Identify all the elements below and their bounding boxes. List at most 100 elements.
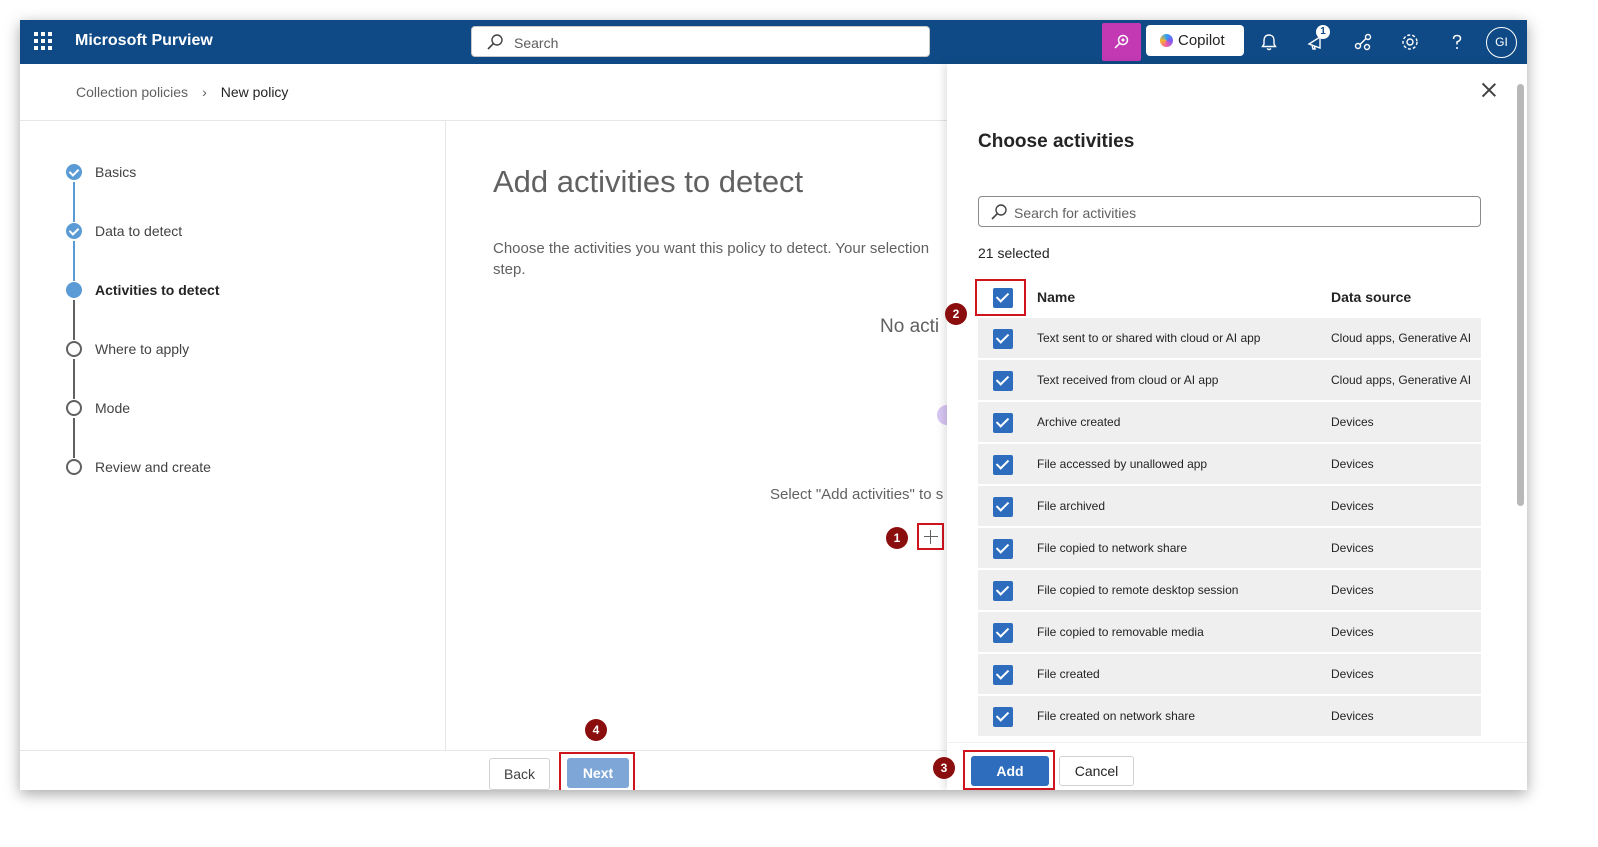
copilot-logo-icon [1160, 34, 1173, 47]
close-icon[interactable] [1481, 82, 1497, 98]
step-complete-icon [66, 223, 82, 239]
footer-divider [20, 750, 947, 751]
row-checkbox[interactable] [993, 497, 1013, 517]
back-button[interactable]: Back [489, 758, 550, 790]
global-search-input[interactable]: Search [471, 26, 930, 57]
empty-state-title: No acti [880, 316, 940, 337]
step-label: Activities to detect [95, 282, 220, 298]
chevron-right-icon: › [202, 84, 207, 100]
step-label: Mode [95, 400, 131, 416]
table-row[interactable]: File copied to remote desktop session Dev… [978, 570, 1481, 610]
row-checkbox[interactable] [993, 329, 1013, 349]
user-avatar[interactable]: GI [1486, 27, 1517, 58]
row-checkbox[interactable] [993, 581, 1013, 601]
add-button[interactable]: Add [971, 756, 1049, 786]
step-pending-icon [66, 459, 82, 475]
select-all-checkbox[interactable] [993, 288, 1013, 308]
step-label: Where to apply [95, 341, 190, 357]
activity-name: File accessed by unallowed app [1037, 457, 1208, 471]
panel-footer-divider [947, 742, 1527, 743]
activity-source: Cloud apps, Generative AI [1331, 331, 1472, 345]
breadcrumb-collection-policies[interactable]: Collection policies [76, 84, 188, 100]
purview-window: Microsoft Purview Search Copilot 1 GI Co… [20, 20, 1527, 790]
panel-scrollbar[interactable] [1517, 84, 1524, 506]
choose-activities-panel: Choose activities Search for activities … [933, 64, 1527, 790]
table-row[interactable]: Archive created Devices [978, 402, 1481, 442]
table-row[interactable]: File archived Devices [978, 486, 1481, 526]
gear-icon[interactable] [1399, 31, 1421, 53]
copilot-agent-icon [1114, 34, 1129, 49]
step-label: Basics [95, 164, 137, 180]
step-pending-icon [66, 341, 82, 357]
activities-search-input[interactable]: Search for activities [978, 196, 1481, 227]
row-checkbox[interactable] [993, 371, 1013, 391]
activity-name: File copied to removable media [1037, 625, 1204, 639]
activity-source: Devices [1331, 583, 1374, 597]
page-description: Choose the activities you want this poli… [493, 240, 930, 278]
app-launcher-icon[interactable] [34, 32, 52, 50]
notification-badge: 1 [1316, 25, 1330, 39]
activity-name: File created on network share [1037, 709, 1196, 723]
copilot-label: Copilot [1178, 32, 1225, 49]
app-title[interactable]: Microsoft Purview [75, 32, 213, 50]
activity-name: File archived [1037, 499, 1106, 513]
search-placeholder: Search [514, 35, 559, 51]
table-row[interactable]: File created on network share Devices [978, 696, 1481, 736]
activity-source: Devices [1331, 415, 1374, 429]
copilot-button[interactable]: Copilot [1146, 25, 1244, 56]
bell-icon[interactable] [1258, 31, 1280, 53]
add-activities-button[interactable] [917, 523, 944, 550]
activity-name: Text received from cloud or AI app [1037, 373, 1219, 387]
row-checkbox[interactable] [993, 413, 1013, 433]
callout-number: 2 [945, 303, 967, 325]
activity-source: Devices [1331, 625, 1374, 639]
table-row[interactable]: File copied to network share Devices [978, 528, 1481, 568]
activity-source: Devices [1331, 709, 1374, 723]
step-current-icon [66, 282, 82, 298]
help-icon[interactable] [1446, 31, 1468, 53]
table-row[interactable]: Text sent to or shared with cloud or AI … [978, 318, 1481, 358]
selected-count: 21 selected [978, 245, 1050, 261]
table-row[interactable]: File copied to removable media Devices [978, 612, 1481, 652]
cancel-button[interactable]: Cancel [1059, 756, 1134, 786]
step-label: Data to detect [95, 223, 183, 239]
column-header-data-source[interactable]: Data source [1331, 289, 1411, 305]
activity-source: Cloud apps, Generative AI [1331, 373, 1472, 387]
security-copilot-button[interactable] [1102, 23, 1141, 61]
share-nodes-icon[interactable] [1352, 31, 1374, 53]
callout-number: 1 [886, 527, 908, 549]
step-connector [73, 182, 75, 222]
empty-state-hint: Select "Add activities" to s [770, 486, 944, 503]
activity-name: Text sent to or shared with cloud or AI … [1037, 331, 1261, 345]
table-row[interactable]: File created Devices [978, 654, 1481, 694]
activity-source: Devices [1331, 457, 1374, 471]
table-row[interactable]: Text received from cloud or AI app Cloud … [978, 360, 1481, 400]
table-row[interactable]: File accessed by unallowed app Devices [978, 444, 1481, 484]
activity-name: File copied to network share [1037, 541, 1188, 555]
activity-source: Devices [1331, 667, 1374, 681]
row-checkbox[interactable] [993, 623, 1013, 643]
page-title: Add activities to detect [493, 164, 804, 199]
breadcrumb-new-policy: New policy [220, 84, 289, 100]
row-checkbox[interactable] [993, 539, 1013, 559]
step-connector [73, 359, 75, 399]
step-complete-icon [66, 164, 82, 180]
step-label: Review and create [95, 459, 211, 475]
next-button[interactable]: Next [567, 758, 629, 788]
step-connector [73, 418, 75, 458]
activity-source: Devices [1331, 499, 1374, 513]
row-checkbox[interactable] [993, 455, 1013, 475]
steps-divider [445, 120, 446, 751]
callout-number: 4 [585, 719, 607, 741]
row-checkbox[interactable] [993, 665, 1013, 685]
header-divider [20, 120, 947, 121]
top-bar: Microsoft Purview Search Copilot 1 GI [20, 20, 1527, 64]
panel-title: Choose activities [978, 131, 1135, 152]
breadcrumb: Collection policies › New policy [76, 84, 288, 100]
row-checkbox[interactable] [993, 707, 1013, 727]
activity-source: Devices [1331, 541, 1374, 555]
step-pending-icon [66, 400, 82, 416]
search-icon [991, 204, 1007, 220]
column-header-name[interactable]: Name [1037, 289, 1075, 305]
search-icon [487, 34, 503, 50]
